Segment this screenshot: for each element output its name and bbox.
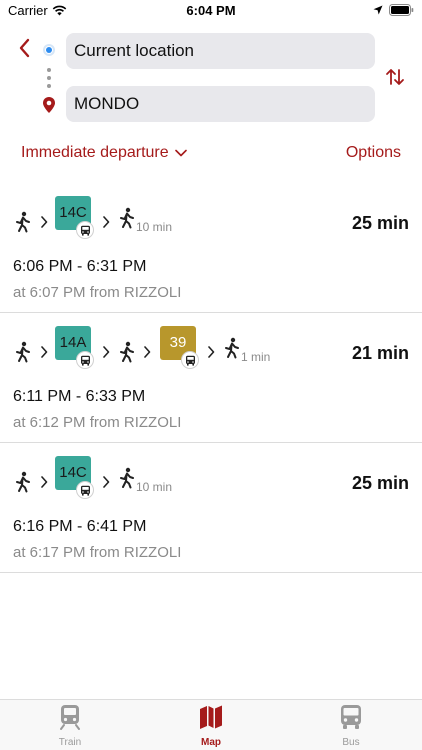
- departure-mode-button[interactable]: Immediate departure: [21, 144, 187, 162]
- route-departure-info: at 6:17 PM from RIZZOLI: [13, 544, 182, 561]
- chevron-left-icon: [19, 38, 30, 58]
- departure-mode-label: Immediate departure: [21, 144, 169, 161]
- walk-duration: 10 min: [136, 480, 173, 494]
- chevron-right-icon: [41, 346, 48, 358]
- destination-field[interactable]: [66, 86, 375, 122]
- tab-label: Train: [58, 737, 82, 748]
- tab-bus[interactable]: Bus: [306, 704, 396, 748]
- route-duration: 25 min: [351, 213, 409, 233]
- tab-train[interactable]: Train: [25, 704, 115, 748]
- back-button[interactable]: [16, 36, 34, 60]
- route-result[interactable]: 14C 10 min 25 min 6:16 PM - 6:41 PM at 6…: [0, 443, 422, 573]
- route-duration: 25 min: [351, 473, 409, 493]
- walk-duration: 1 min: [241, 350, 271, 364]
- bus-icon: [341, 705, 361, 729]
- battery-icon: [389, 4, 414, 16]
- bus-icon: [181, 351, 199, 369]
- swap-icon: [386, 69, 404, 85]
- tab-map[interactable]: Map: [166, 704, 256, 748]
- tab-label: Map: [201, 737, 221, 748]
- route-time-range: 6:06 PM - 6:31 PM: [13, 258, 147, 275]
- status-right: [373, 4, 414, 16]
- origin-dot-icon: [43, 44, 55, 56]
- walk-icon: [120, 467, 134, 489]
- options-button[interactable]: Options: [346, 144, 401, 162]
- walk-icon: [225, 337, 239, 359]
- route-time-range: 6:11 PM - 6:33 PM: [13, 388, 146, 405]
- chevron-right-icon: [103, 346, 110, 358]
- tab-label: Bus: [342, 737, 360, 748]
- route-duration: 21 min: [351, 343, 409, 363]
- route-result[interactable]: 14A 39 1 min 21 min 6:11 PM - 6:33 PM at…: [0, 313, 422, 443]
- destination-pin-icon: [41, 96, 57, 114]
- chevron-right-icon: [144, 346, 151, 358]
- bus-icon: [76, 221, 94, 239]
- location-arrow-icon: [373, 5, 383, 15]
- chevron-right-icon: [103, 216, 110, 228]
- status-time: 6:04 PM: [186, 3, 236, 18]
- origin-field[interactable]: [66, 33, 375, 69]
- route-departure-info: at 6:07 PM from RIZZOLI: [13, 284, 182, 301]
- status-bar: Carrier 6:04 PM: [0, 0, 422, 24]
- route-result[interactable]: 14C 10 min 25 min 6:06 PM - 6:31 PM at 6…: [0, 183, 422, 313]
- walk-icon: [120, 341, 134, 363]
- route-time-range: 6:16 PM - 6:41 PM: [13, 518, 147, 535]
- walk-icon: [16, 211, 30, 233]
- chevron-right-icon: [41, 216, 48, 228]
- chevron-right-icon: [103, 476, 110, 488]
- map-icon: [200, 705, 222, 729]
- walk-duration: 10 min: [136, 220, 173, 234]
- route-departure-info: at 6:12 PM from RIZZOLI: [13, 414, 182, 431]
- bus-icon: [76, 351, 94, 369]
- bus-icon: [76, 481, 94, 499]
- walk-icon: [120, 207, 134, 229]
- walk-icon: [16, 471, 30, 493]
- route-connector: [47, 68, 51, 92]
- swap-route-button[interactable]: [385, 66, 405, 88]
- chevron-right-icon: [208, 346, 215, 358]
- chevron-right-icon: [41, 476, 48, 488]
- chevron-down-icon: [174, 149, 187, 157]
- walk-icon: [16, 341, 30, 363]
- tab-bar: Train Map Bus: [0, 699, 422, 750]
- train-icon: [60, 705, 80, 730]
